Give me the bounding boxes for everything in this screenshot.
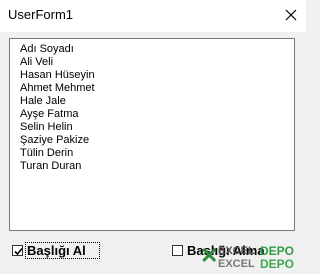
window-title: UserForm1 [8, 7, 74, 22]
list-item[interactable]: Turan Duran [20, 160, 95, 173]
list-item[interactable]: Selin Helin [20, 121, 95, 134]
list-item[interactable]: Şaziye Pakize [20, 134, 95, 147]
list-item[interactable]: Ayşe Fatma [20, 108, 95, 121]
list-item[interactable]: Hale Jale [20, 95, 95, 108]
list-item[interactable]: Ali Veli [20, 56, 95, 69]
checkbox-basligi-al-box[interactable] [12, 245, 23, 256]
list-item[interactable]: Adı Soyadı [20, 43, 95, 56]
watermark-text: DEPO [260, 244, 295, 258]
excel-logo-icon: ✕ [200, 243, 219, 268]
watermark-text: DEPO [260, 257, 295, 271]
checkbox-basligi-alma-box[interactable] [172, 245, 183, 256]
excel-depo-watermark: ✕ EXCEL DEPO EXCEL DEPO [200, 243, 304, 271]
checkbox-basligi-al[interactable]: Başlığı Al [12, 242, 102, 260]
title-bar: UserForm1 [0, 0, 306, 32]
watermark-text: EXCEL [218, 258, 255, 270]
checkbox-basligi-al-label[interactable]: Başlığı Al [27, 243, 86, 258]
list-item[interactable]: Ahmet Mehmet [20, 82, 95, 95]
names-listbox[interactable]: Adı Soyadı Ali Veli Hasan Hüseyin Ahmet … [9, 38, 295, 231]
checkmark-icon [14, 247, 23, 256]
list-item[interactable]: Tülin Derin [20, 147, 95, 160]
list-item[interactable]: Hasan Hüseyin [20, 69, 95, 82]
close-button[interactable] [276, 0, 306, 30]
close-icon [285, 9, 297, 21]
watermark-text: EXCEL [218, 245, 255, 257]
